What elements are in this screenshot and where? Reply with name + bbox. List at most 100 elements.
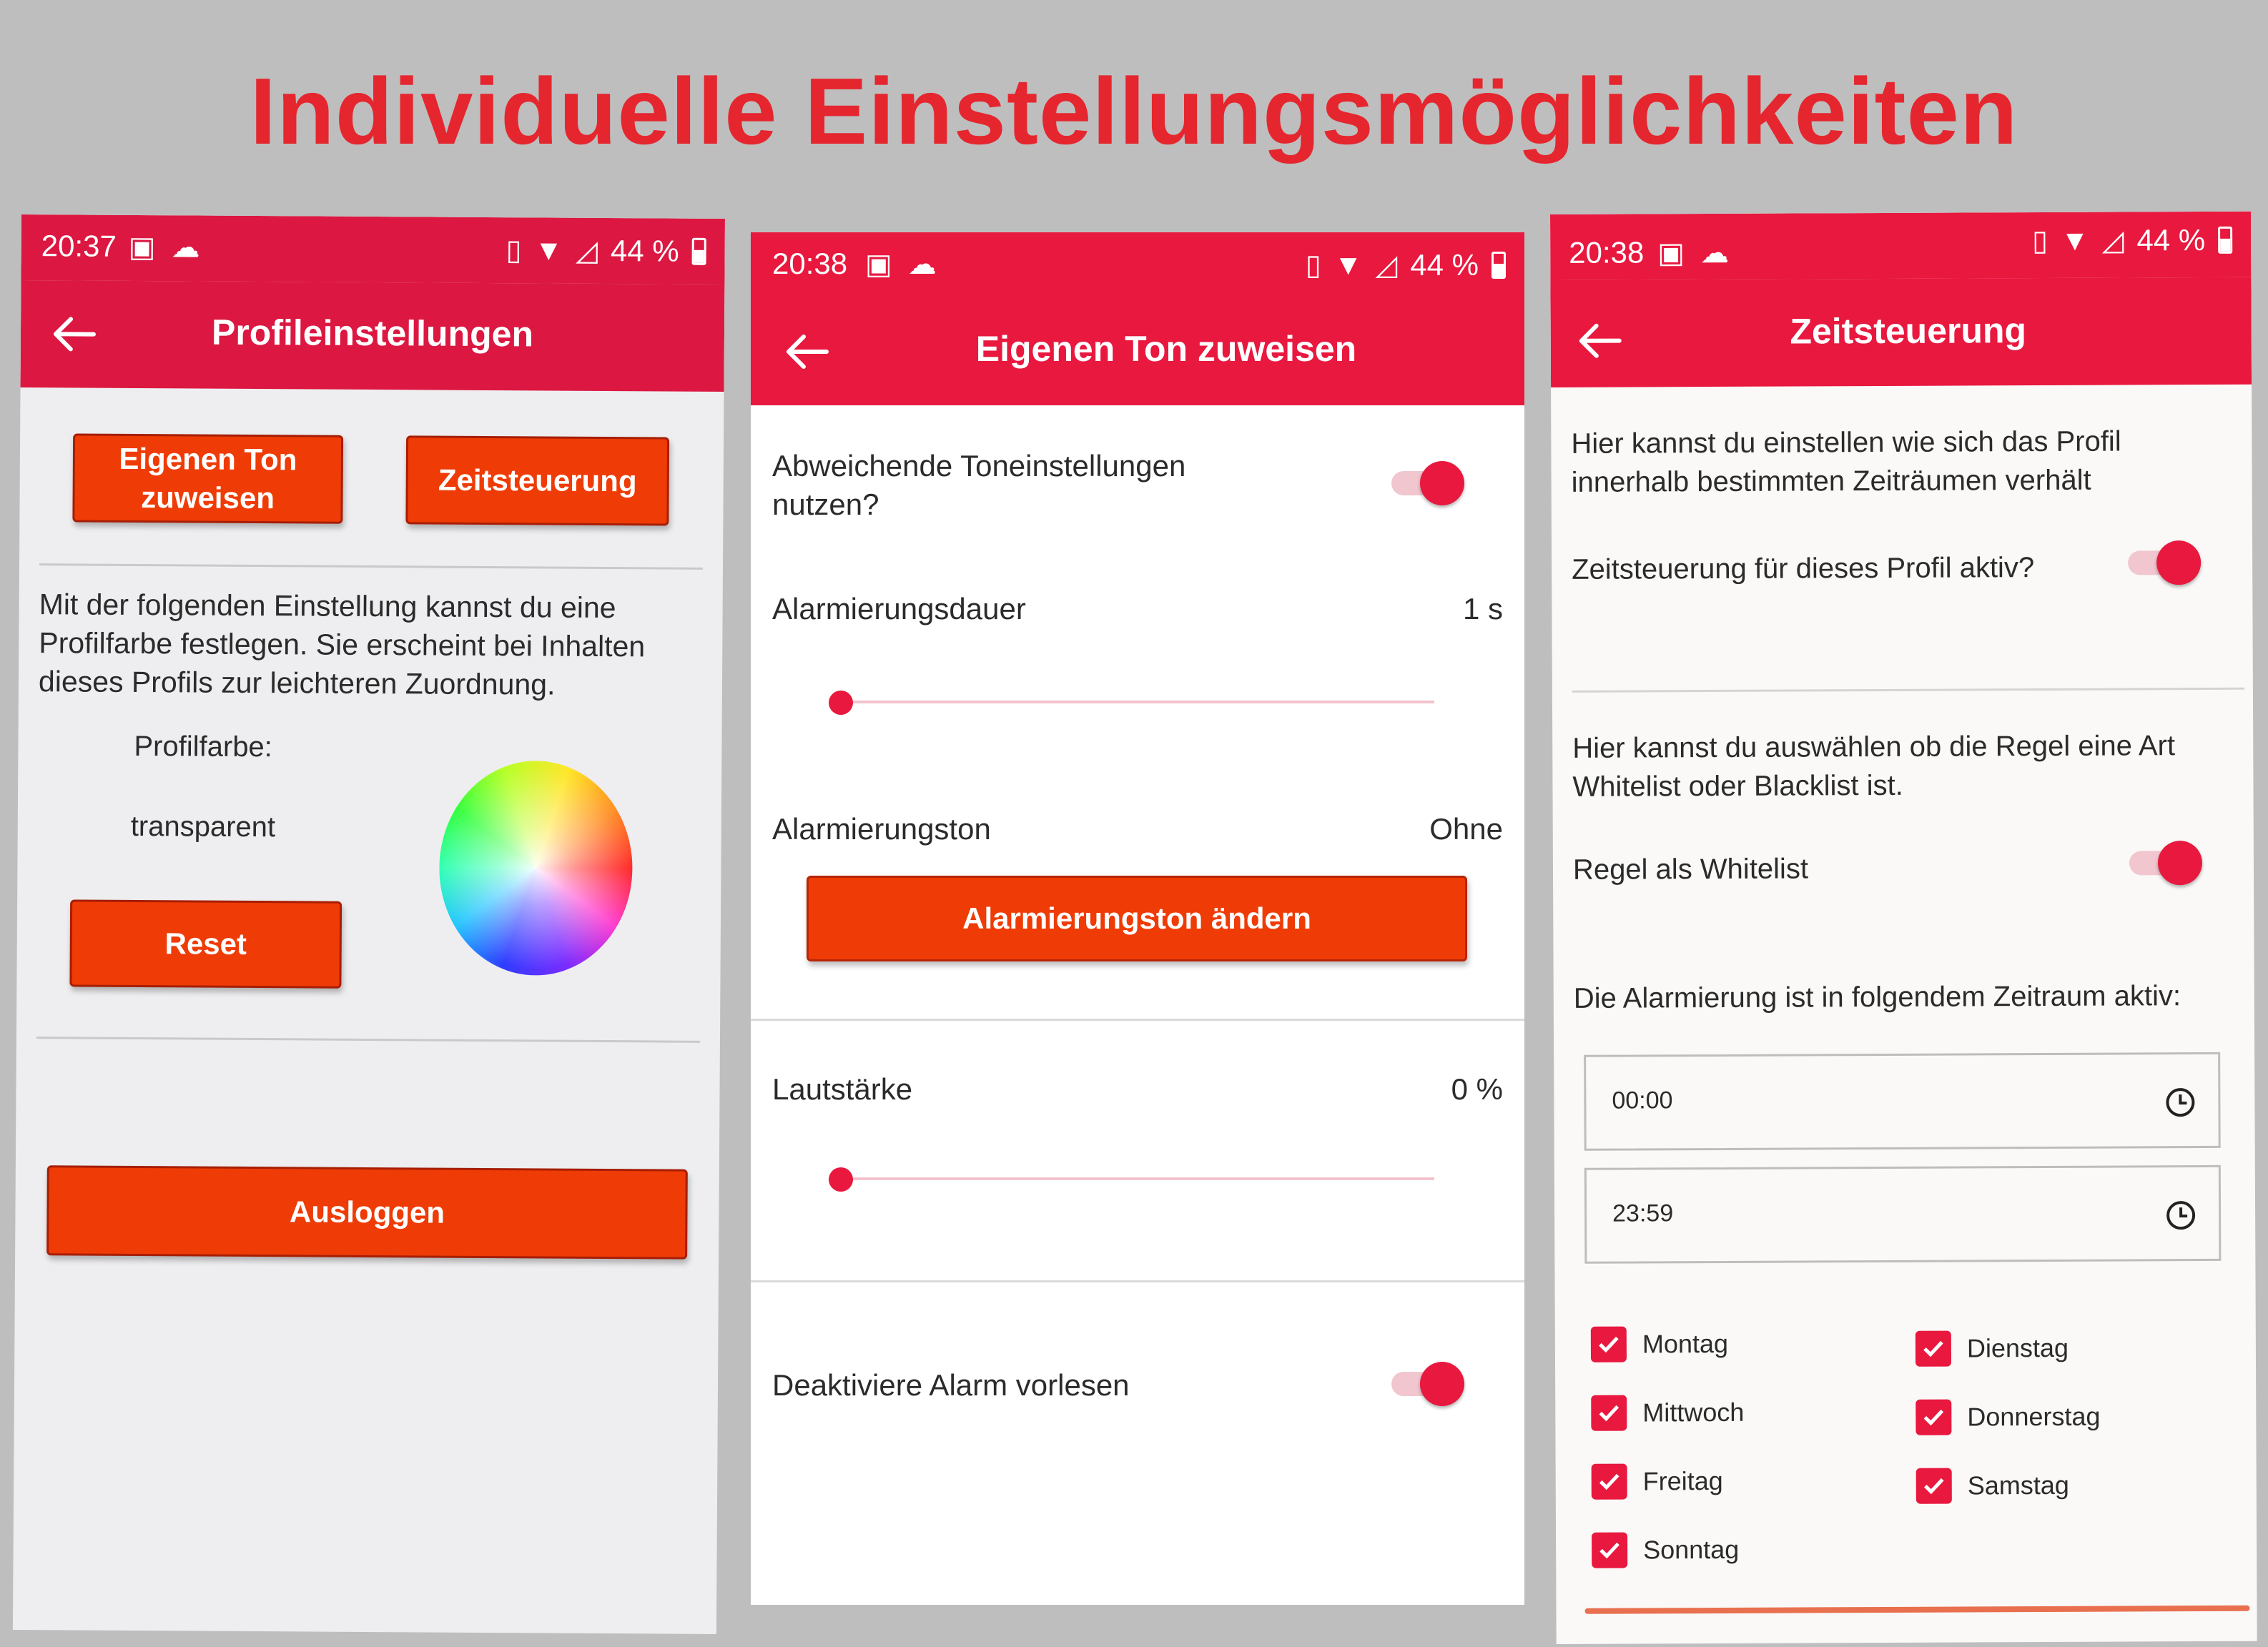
- whitelist-toggle[interactable]: [2129, 838, 2203, 888]
- status-time: 20:38: [1569, 235, 1645, 269]
- screen-assign-tone: 20:38 ▣ ☁ ▯ ▼ ◿ 44 % Eigenen Ton zuweise…: [751, 232, 1524, 1605]
- checkbox[interactable]: [1590, 1326, 1627, 1362]
- day-label: Donnerstag: [1967, 1401, 2101, 1432]
- checkbox[interactable]: [1591, 1395, 1627, 1431]
- end-time-field[interactable]: 23:59: [1584, 1164, 2222, 1264]
- volume-slider[interactable]: [829, 1164, 1434, 1193]
- checkmark-icon: [1923, 1340, 1943, 1357]
- image-icon: ▣: [128, 231, 156, 264]
- wifi-icon: ▼: [2060, 224, 2089, 257]
- time-control-active-toggle[interactable]: [2128, 538, 2202, 588]
- status-bar: 20:38 ▣ ☁ ▯ ▼ ◿ 44 %: [1550, 211, 2252, 280]
- day-label: Freitag: [1642, 1465, 1723, 1496]
- color-wheel[interactable]: [438, 760, 633, 976]
- checkmark-icon: [1924, 1478, 1944, 1495]
- divider: [751, 1280, 1524, 1282]
- checkbox[interactable]: [1916, 1468, 1952, 1504]
- toggle-knob[interactable]: [1420, 1362, 1464, 1406]
- divider: [1572, 687, 2244, 693]
- signal-icon: ◿: [1375, 249, 1398, 281]
- checkbox[interactable]: [1591, 1463, 1627, 1500]
- day-checkbox-item[interactable]: Freitag: [1591, 1463, 1723, 1500]
- bottom-button-edge: [1584, 1605, 2250, 1614]
- start-time-field[interactable]: 00:00: [1584, 1052, 2221, 1151]
- vibrate-icon: ▯: [2031, 224, 2048, 257]
- clock-icon[interactable]: [2164, 1199, 2197, 1232]
- battery-icon: [691, 237, 706, 265]
- page-headline: Individuelle Einstellungsmöglichkeiten: [250, 59, 2018, 164]
- profile-color-label: Profilfarbe:: [134, 730, 273, 763]
- cloud-icon: ☁: [1700, 237, 1730, 269]
- toggle-knob[interactable]: [2157, 841, 2203, 886]
- day-checkbox-item[interactable]: Sonntag: [1592, 1532, 1739, 1568]
- battery-icon: [2218, 226, 2233, 254]
- status-bar: 20:37 ▣ ☁ ▯ ▼ ◿ 44 %: [21, 214, 725, 285]
- slider-thumb[interactable]: [829, 691, 853, 715]
- day-label: Mittwoch: [1642, 1397, 1745, 1428]
- rule-intro: Hier kannst du auswählen ob die Regel ei…: [1572, 730, 2176, 803]
- checkmark-icon: [1923, 1409, 1944, 1426]
- profile-color-value: transparent: [130, 810, 276, 844]
- slider-track: [841, 1177, 1434, 1180]
- toggle-knob[interactable]: [2156, 540, 2202, 585]
- day-checkbox-item[interactable]: Dienstag: [1915, 1330, 2069, 1367]
- toggle-knob[interactable]: [1420, 461, 1464, 505]
- day-label: Samstag: [1967, 1470, 2069, 1500]
- deviating-tone-label: Abweichende Toneinstellungen nutzen?: [772, 449, 1186, 521]
- time-control-intro: Hier kannst du einstellen wie sich das P…: [1571, 425, 2121, 498]
- read-alarm-label: Deaktiviere Alarm vorlesen: [772, 1368, 1130, 1402]
- status-bar: 20:38 ▣ ☁ ▯ ▼ ◿ 44 %: [751, 232, 1524, 298]
- page-title: Profileinstellungen: [211, 312, 534, 355]
- checkmark-icon: [1599, 1473, 1619, 1490]
- app-bar: Profileinstellungen: [20, 280, 725, 392]
- wifi-icon: ▼: [534, 234, 563, 267]
- day-checkbox-item[interactable]: Samstag: [1916, 1468, 2069, 1504]
- end-time-value: 23:59: [1612, 1200, 1674, 1227]
- checkbox[interactable]: [1916, 1399, 1952, 1435]
- color-description: Mit der folgenden Einstellung kannst du …: [38, 588, 646, 701]
- checkbox[interactable]: [1915, 1330, 1952, 1367]
- own-tone-button[interactable]: Eigenen Ton zuweisen: [72, 433, 344, 524]
- vibrate-icon: ▯: [506, 234, 522, 267]
- day-label: Montag: [1642, 1328, 1729, 1359]
- day-label: Dienstag: [1966, 1332, 2069, 1363]
- volume-value: 0 %: [1451, 1072, 1503, 1106]
- day-label: Sonntag: [1643, 1534, 1740, 1565]
- screen-profile-settings: 20:37 ▣ ☁ ▯ ▼ ◿ 44 % Profileinstellungen…: [12, 214, 725, 1634]
- alarm-duration-value: 1 s: [1462, 592, 1503, 625]
- alarm-tone-value: Ohne: [1429, 812, 1503, 846]
- battery-percent: 44 %: [2136, 223, 2206, 257]
- volume-label: Lautstärke: [772, 1072, 913, 1106]
- page-title: Eigenen Ton zuweisen: [975, 329, 1357, 369]
- day-checkbox-item[interactable]: Mittwoch: [1591, 1395, 1744, 1431]
- checkbox[interactable]: [1592, 1532, 1628, 1568]
- status-time: 20:38: [772, 247, 848, 280]
- alarm-tone-label: Alarmierungston: [772, 812, 991, 846]
- divider: [39, 563, 704, 570]
- battery-percent: 44 %: [610, 234, 679, 268]
- day-checkbox-item[interactable]: Donnerstag: [1916, 1399, 2101, 1435]
- alarm-duration-slider[interactable]: [829, 688, 1434, 716]
- deviating-tone-toggle[interactable]: [1391, 458, 1464, 508]
- slider-track: [841, 701, 1434, 703]
- cloud-icon: ☁: [171, 232, 200, 264]
- clock-icon[interactable]: [2164, 1086, 2196, 1119]
- image-icon: ▣: [865, 249, 892, 280]
- battery-icon: [1492, 252, 1506, 279]
- divider: [751, 1019, 1524, 1021]
- vibrate-icon: ▯: [1305, 249, 1321, 281]
- checkmark-icon: [1599, 1405, 1619, 1422]
- start-time-value: 00:00: [1612, 1087, 1673, 1114]
- time-control-button[interactable]: Zeitsteuerung: [405, 435, 670, 526]
- checkmark-icon: [1599, 1542, 1619, 1559]
- read-alarm-toggle[interactable]: [1391, 1359, 1464, 1409]
- logout-button[interactable]: Ausloggen: [46, 1165, 688, 1260]
- slider-thumb[interactable]: [829, 1167, 853, 1192]
- image-icon: ▣: [1657, 237, 1685, 269]
- app-bar: Eigenen Ton zuweisen: [751, 298, 1524, 405]
- day-checkbox-item[interactable]: Montag: [1590, 1326, 1729, 1362]
- screen-time-control: 20:38 ▣ ☁ ▯ ▼ ◿ 44 % Zeitsteuerung Hier …: [1550, 211, 2257, 1644]
- reset-button[interactable]: Reset: [69, 899, 342, 989]
- change-alarm-tone-button[interactable]: Alarmierungston ändern: [807, 876, 1467, 961]
- signal-icon: ◿: [576, 234, 598, 267]
